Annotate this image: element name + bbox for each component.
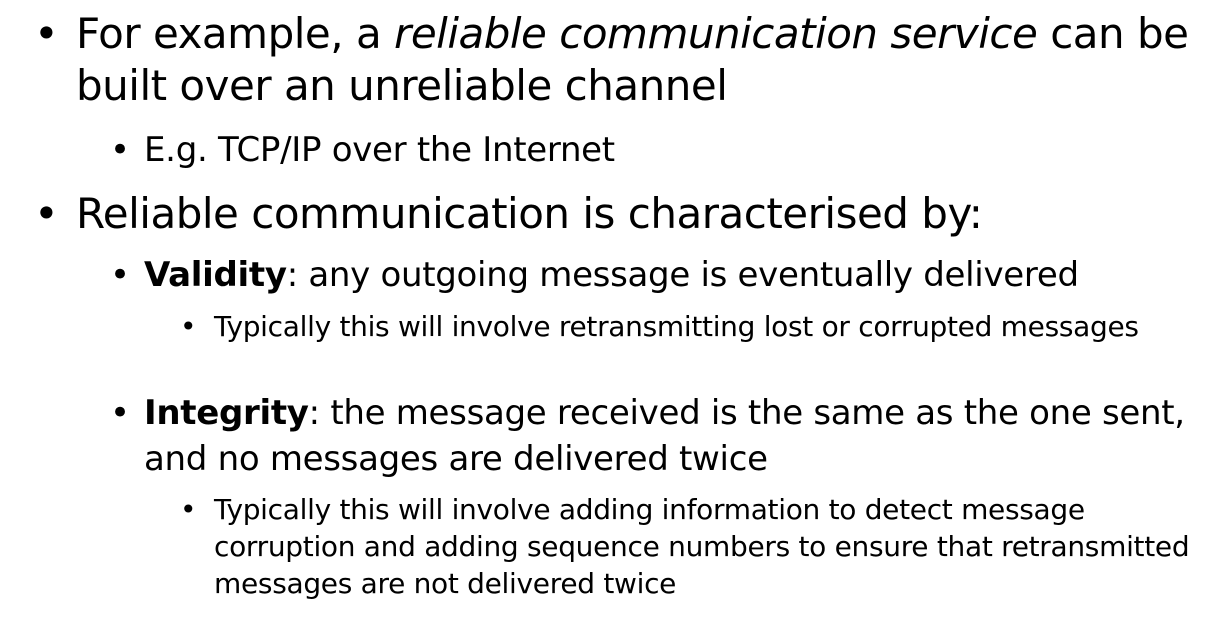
bullet-dot: •	[110, 130, 130, 170]
bullet-text: Integrity: the message received is the s…	[144, 390, 1224, 482]
bullet-dot: •	[34, 9, 59, 58]
bullet-text: Reliable communication is characterised …	[76, 189, 983, 238]
emphasis-text: reliable communication service	[394, 9, 1038, 58]
term-integrity: Integrity	[144, 393, 309, 433]
bullet-dot: •	[110, 255, 130, 295]
text-before: For example, a	[76, 9, 395, 58]
bullet-text: Typically this will involve adding infor…	[214, 493, 1190, 600]
bullet-text: E.g. TCP/IP over the Internet	[144, 130, 615, 170]
slide: • For example, a reliable communication …	[0, 0, 1232, 620]
term-validity: Validity	[144, 255, 287, 295]
bullet-dot: •	[180, 310, 197, 343]
bullet-text: Typically this will involve retransmitti…	[214, 310, 1139, 343]
bullet-text: For example, a reliable communication se…	[76, 8, 1226, 112]
validity-definition: : any outgoing message is eventually del…	[286, 255, 1079, 295]
bullet-text: Validity: any outgoing message is eventu…	[144, 252, 1224, 298]
bullet-dot: •	[180, 493, 197, 526]
bullet-dot: •	[34, 189, 59, 238]
bullet-dot: •	[110, 393, 130, 433]
